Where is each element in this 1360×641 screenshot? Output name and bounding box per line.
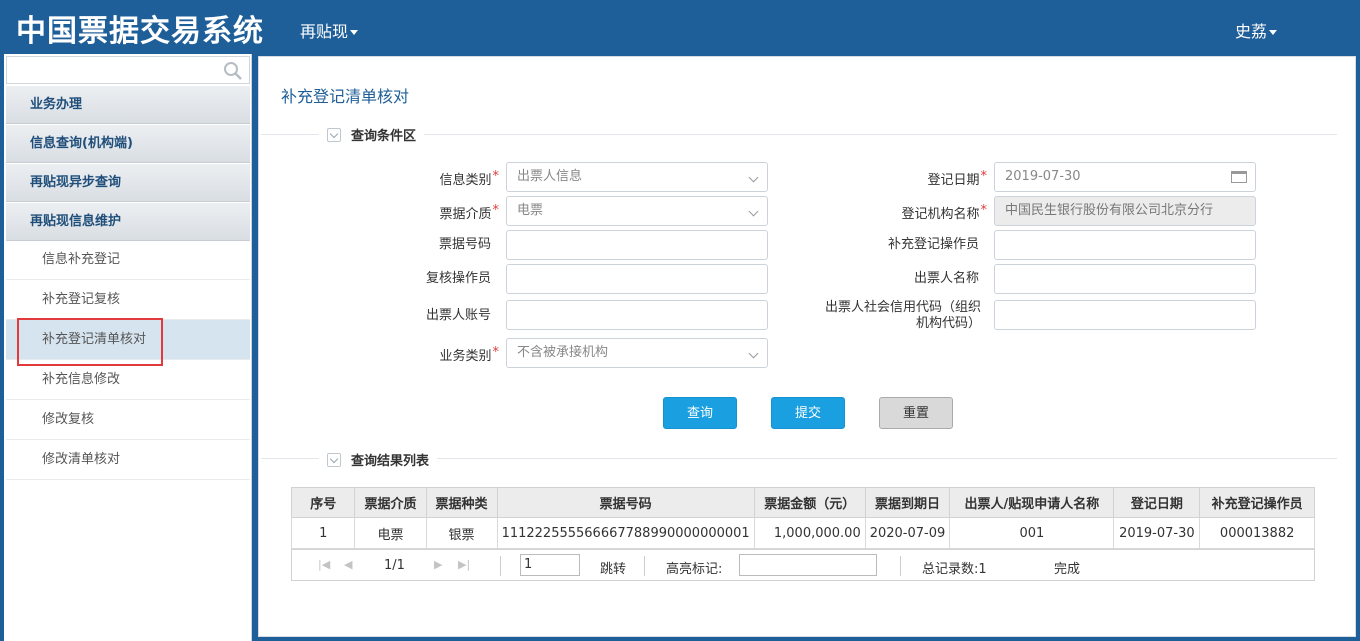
sidebar-search-input[interactable] (7, 57, 217, 83)
last-page-icon[interactable]: ▶| (458, 558, 470, 571)
supp-operator-input[interactable] (994, 230, 1256, 260)
result-section-title: 查询结果列表 (351, 454, 430, 469)
query-section-header[interactable]: 查询条件区 (319, 125, 425, 144)
next-page-icon[interactable]: ▶ (434, 558, 442, 571)
collapse-icon[interactable] (327, 453, 341, 467)
page-title: 补充登记清单核对 (281, 87, 410, 106)
col-header[interactable]: 出票人/贴现申请人名称 (949, 487, 1115, 518)
query-button[interactable]: 查询 (663, 397, 737, 429)
credit-code-input[interactable] (994, 300, 1256, 330)
biz-type-select[interactable]: 不含被承接机构 (506, 338, 768, 368)
table-cell: 001 (949, 517, 1115, 549)
calendar-icon[interactable] (1231, 171, 1247, 183)
goto-button[interactable]: 跳转 (600, 558, 626, 577)
table-cell: 1,000,000.00 (753, 517, 866, 549)
table-cell: 2019-07-30 (1113, 517, 1201, 549)
goto-page-input[interactable]: 1 (520, 554, 580, 576)
sidebar-group-info-maintain[interactable]: 再贴现信息维护 (6, 203, 250, 241)
query-section-title: 查询条件区 (351, 129, 417, 144)
col-header[interactable]: 补充登记操作员 (1199, 487, 1315, 518)
table-cell: 111222555566667788990000000001 (496, 517, 755, 549)
col-header[interactable]: 票据介质 (354, 487, 427, 518)
result-table: 序号 票据介质 票据种类 票据号码 票据金额（元） 票据到期日 出票人/贴现申请… (290, 487, 1315, 549)
info-type-label: 信息类别* (439, 169, 499, 188)
submit-button[interactable]: 提交 (771, 397, 845, 429)
biz-type-label: 业务类别* (439, 345, 499, 364)
drawer-name-label: 出票人名称 (913, 271, 979, 286)
chevron-down-icon (748, 206, 759, 217)
drawer-account-input[interactable] (506, 300, 768, 330)
sidebar-item-modify-review[interactable]: 修改复核 (6, 400, 250, 440)
reviewer-label: 复核操作员 (425, 271, 491, 286)
sidebar-search (6, 56, 250, 84)
col-header[interactable]: 登记日期 (1113, 487, 1201, 518)
sidebar-item-info-modify[interactable]: 补充信息修改 (6, 360, 250, 400)
reg-org-field: 中国民生银行股份有限公司北京分行 (994, 196, 1256, 226)
user-menu[interactable]: 史荔 (1235, 18, 1278, 42)
reg-org-label: 登记机构名称* (901, 203, 987, 222)
drawer-account-label: 出票人账号 (425, 308, 491, 323)
table-cell: 000013882 (1199, 517, 1315, 549)
col-header[interactable]: 票据到期日 (864, 487, 951, 518)
main-panel: 补充登记清单核对 查询条件区 信息类别* 出票人信息 票据介质* 电票 票据号码… (258, 56, 1356, 637)
reg-date-label: 登记日期* (927, 169, 987, 188)
reset-button[interactable]: 重置 (879, 397, 953, 429)
app-title: 中国票据交易系统 (16, 14, 264, 49)
table-header-row: 序号 票据介质 票据种类 票据号码 票据金额（元） 票据到期日 出票人/贴现申请… (290, 487, 1315, 518)
caret-down-icon (1269, 30, 1278, 35)
search-icon[interactable] (223, 61, 243, 81)
module-menu-label: 再贴现 (300, 22, 349, 41)
bill-medium-select[interactable]: 电票 (506, 196, 768, 226)
bill-medium-label: 票据介质* (439, 203, 499, 222)
reg-date-picker[interactable]: 2019-07-30 (994, 162, 1256, 192)
caret-down-icon (350, 30, 359, 35)
col-header[interactable]: 序号 (290, 487, 356, 518)
sidebar-item-info-supplement[interactable]: 信息补充登记 (6, 240, 250, 280)
pager: |◀ ◀ 1/1 ▶ ▶| 1 跳转 高亮标记: 总记录数:1 完成 (291, 549, 1315, 581)
divider (900, 556, 901, 576)
table-cell: 2020-07-09 (864, 517, 951, 549)
divider (500, 556, 501, 576)
drawer-name-input[interactable] (994, 264, 1256, 294)
sidebar-group-async-query[interactable]: 再贴现异步查询 (6, 164, 250, 202)
sidebar-item-modify-list-check[interactable]: 修改清单核对 (6, 440, 250, 480)
top-header: 中国票据交易系统 再贴现 史荔 (0, 0, 1360, 54)
user-menu-label: 史荔 (1235, 22, 1268, 41)
table-cell: 1 (290, 517, 356, 549)
sidebar-group-info-query[interactable]: 信息查询(机构端) (6, 125, 250, 163)
sidebar-item-list-check[interactable]: 补充登记清单核对 (6, 320, 250, 360)
result-section-header[interactable]: 查询结果列表 (319, 450, 438, 469)
col-header[interactable]: 票据种类 (425, 487, 498, 518)
sidebar-item-supplement-review[interactable]: 补充登记复核 (6, 280, 250, 320)
col-header[interactable]: 票据金额（元） (753, 487, 866, 518)
divider (644, 556, 645, 576)
highlight-label: 高亮标记: (666, 562, 723, 577)
first-page-icon[interactable]: |◀ (318, 558, 330, 571)
chevron-down-icon (748, 172, 759, 183)
prev-page-icon[interactable]: ◀ (344, 558, 352, 571)
supp-operator-label: 补充登记操作员 (887, 237, 979, 252)
credit-code-label: 出票人社会信用代码（组织 机构代码） (824, 300, 981, 331)
info-type-select[interactable]: 出票人信息 (506, 162, 768, 192)
status-text: 完成 (1054, 562, 1081, 577)
chevron-down-icon (748, 348, 759, 359)
bill-no-label: 票据号码 (438, 237, 491, 252)
table-row[interactable]: 1 电票 银票 111222555566667788990000000001 1… (290, 517, 1315, 549)
collapse-icon[interactable] (327, 128, 341, 142)
table-cell: 银票 (425, 517, 498, 549)
sidebar: 业务办理 信息查询(机构端) 再贴现异步查询 再贴现信息维护 信息补充登记 补充… (4, 54, 252, 641)
col-header[interactable]: 票据号码 (496, 487, 755, 518)
page-info: 1/1 (384, 558, 405, 573)
reviewer-input[interactable] (506, 264, 768, 294)
bill-no-input[interactable] (506, 230, 768, 260)
highlight-input[interactable] (739, 554, 877, 576)
sidebar-group-business[interactable]: 业务办理 (6, 86, 250, 124)
table-cell: 电票 (354, 517, 427, 549)
total-count: 总记录数:1 (922, 562, 987, 577)
module-menu[interactable]: 再贴现 (300, 18, 359, 42)
